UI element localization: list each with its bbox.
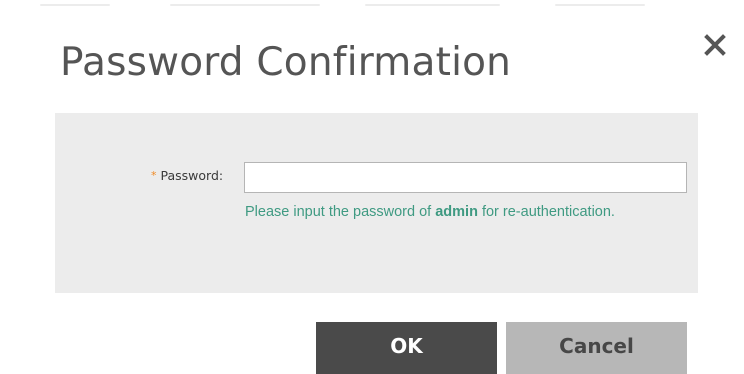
password-input[interactable] — [244, 162, 687, 193]
close-icon — [704, 34, 726, 56]
dialog-title: Password Confirmation — [60, 40, 512, 85]
close-button[interactable] — [700, 30, 730, 60]
ok-button[interactable]: OK — [316, 322, 497, 374]
password-label: * Password: — [151, 168, 223, 183]
password-label-text: Password: — [160, 168, 224, 183]
form-panel: * Password: Please input the password of … — [55, 113, 698, 293]
password-confirmation-dialog: Password Confirmation * Password: Please … — [0, 0, 744, 374]
help-text-prefix: Please input the password of — [245, 204, 436, 220]
help-text-suffix: for re-authentication. — [477, 204, 615, 220]
password-help-text: Please input the password of admin for r… — [245, 204, 615, 220]
required-marker: * — [151, 169, 157, 182]
help-text-username: admin — [435, 204, 478, 220]
cancel-button[interactable]: Cancel — [506, 322, 687, 374]
